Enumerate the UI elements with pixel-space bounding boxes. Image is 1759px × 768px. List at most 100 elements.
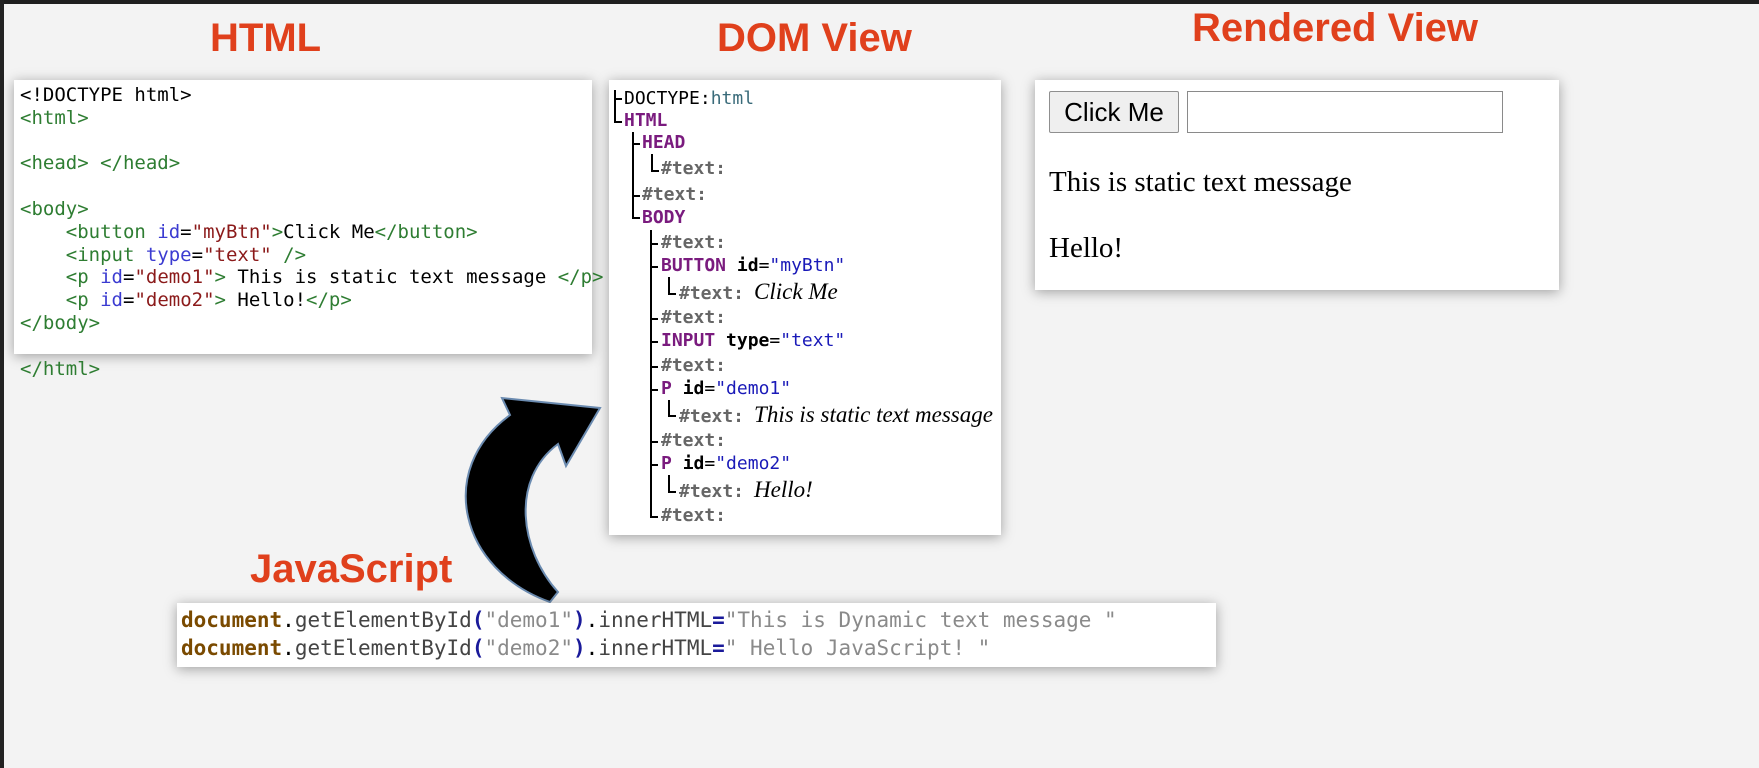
js-line2-value: " Hello JavaScript! " — [724, 636, 991, 660]
code-p2-gt: > — [214, 289, 226, 312]
dom-body-label: BODY — [642, 207, 686, 228]
click-me-button[interactable]: Click Me — [1049, 91, 1179, 133]
code-html-open: <html> — [20, 106, 89, 129]
dom-head-text: #text: — [661, 158, 726, 179]
dom-p-label: P — [661, 378, 672, 399]
code-button-text: Click Me — [283, 220, 375, 243]
dom-text-label: #text: — [661, 355, 727, 376]
dom-attr-name: id — [682, 453, 705, 474]
code-input-attr: type — [145, 243, 192, 266]
text-input[interactable] — [1187, 91, 1503, 133]
code-p2-attr: id — [100, 289, 123, 312]
code-p1-eq: = — [122, 266, 135, 289]
dom-body: BODY — [642, 207, 685, 228]
code-input-eq: = — [191, 243, 204, 266]
dom-text-label: #text: — [642, 184, 708, 205]
static-text-paragraph: This is static text message — [1049, 166, 1352, 198]
dom-button: BUTTON id = "myBtn" — [661, 255, 845, 276]
code-button-val: "myBtn" — [191, 220, 272, 243]
tree-line-doctype — [614, 98, 622, 100]
code-p1-text: This is static text message — [225, 266, 558, 289]
rendered-view-panel: Click Me This is static text message Hel… — [1035, 80, 1559, 290]
tree-line-input — [650, 341, 658, 343]
dom-input: INPUT type = "text" — [661, 330, 845, 351]
dom-head-label: HEAD — [642, 132, 686, 153]
dom-text-label: #text: — [679, 481, 745, 502]
dom-attr-eq: = — [769, 330, 781, 351]
code-input-val: "text" — [203, 243, 272, 266]
dom-attr-eq: = — [704, 453, 716, 474]
code-input-open: <input — [65, 243, 146, 266]
js-line2-method: getElementById — [294, 636, 472, 660]
tree-line-b4 — [650, 441, 658, 443]
dom-body-text-3: #text: — [661, 355, 726, 376]
tree-line-b3 — [650, 366, 658, 368]
dom-view-panel: DOCTYPE: html HTML HEAD #text: #text: BO… — [609, 80, 1001, 535]
dom-text-label: #text: — [661, 307, 727, 328]
dom-attr-value: "text" — [780, 330, 846, 351]
tree-line-p1-text — [668, 415, 676, 417]
js-line1-value: "This is Dynamic text message " — [724, 608, 1117, 632]
dom-p2-text: #text: Hello! — [679, 477, 813, 503]
html-code-block: <!DOCTYPE html> <html> <head> </head> <b… — [14, 80, 603, 384]
dom-attr-value: "demo2" — [715, 453, 792, 474]
code-doctype: <!DOCTYPE html> — [20, 84, 192, 106]
tree-line-body-children — [650, 230, 652, 518]
dom-attr-value: "myBtn" — [769, 255, 846, 276]
code-input-close: /> — [271, 243, 307, 266]
dom-html-label: HTML — [624, 110, 668, 131]
dom-text-value: Click Me — [754, 279, 838, 304]
code-button-open: <button — [65, 220, 158, 243]
dom-text-label: #text: — [661, 158, 727, 179]
dom-text-label: #text: — [679, 283, 745, 304]
dom-attr-eq: = — [704, 378, 716, 399]
tree-line-p2-text — [668, 491, 676, 493]
dom-attr-name: id — [736, 255, 759, 276]
tree-line-root — [614, 90, 616, 123]
code-p2-open: <p — [65, 289, 101, 312]
dom-text-value: This is static text message — [754, 402, 993, 427]
tree-line-html-children — [632, 132, 634, 219]
dom-body-text-4: #text: — [661, 430, 726, 451]
tree-line-body — [632, 217, 640, 219]
js-line1-arg: "demo1" — [484, 608, 573, 632]
javascript-code-block: document.getElementById("demo1").innerHT… — [181, 608, 1117, 660]
code-p1-close: </p> — [557, 266, 604, 289]
heading-dom-view: DOM View — [717, 16, 912, 60]
top-frame-bar — [0, 0, 1759, 4]
code-p2-close: </p> — [306, 289, 352, 312]
tree-line-head — [632, 143, 640, 145]
dom-body-text-1: #text: — [661, 232, 726, 253]
code-p1-gt: > — [214, 266, 226, 289]
tree-line-b2 — [650, 318, 658, 320]
html-code-panel: <!DOCTYPE html> <html> <head> </head> <b… — [14, 80, 603, 380]
dom-input-label: INPUT — [661, 330, 716, 351]
dom-attr-eq: = — [758, 255, 770, 276]
dom-doctype-label: DOCTYPE: — [624, 88, 711, 109]
curved-arrow-icon — [464, 396, 602, 604]
dom-text-label: #text: — [661, 430, 727, 451]
code-button-close: </button> — [374, 220, 478, 243]
code-p1-attr: id — [100, 266, 123, 289]
code-body-close: </body> — [20, 311, 101, 334]
dom-attr-value: "demo1" — [715, 378, 792, 399]
code-head: <head> </head> — [20, 152, 181, 175]
dom-p1-text: #text: This is static text message — [679, 402, 993, 428]
dom-html: HTML — [624, 110, 667, 131]
code-p2-text: Hello! — [225, 289, 307, 312]
code-button-gt: > — [271, 220, 284, 243]
tree-line-b1 — [650, 243, 658, 245]
code-button-attr: id — [157, 220, 181, 243]
dom-text-label: #text: — [661, 505, 727, 526]
js-line1-method: getElementById — [294, 608, 472, 632]
dom-attr-name: type — [726, 330, 770, 351]
dom-head: HEAD — [642, 132, 685, 153]
left-frame-bar — [0, 0, 4, 768]
js-line1-object: document — [181, 608, 283, 632]
dom-html-text: #text: — [642, 184, 707, 205]
tree-line-b5 — [650, 516, 658, 518]
heading-html: HTML — [210, 16, 322, 60]
tree-line-p1 — [650, 389, 658, 391]
dom-button-text: #text: Click Me — [679, 279, 838, 305]
tree-line-html-text — [632, 195, 640, 197]
